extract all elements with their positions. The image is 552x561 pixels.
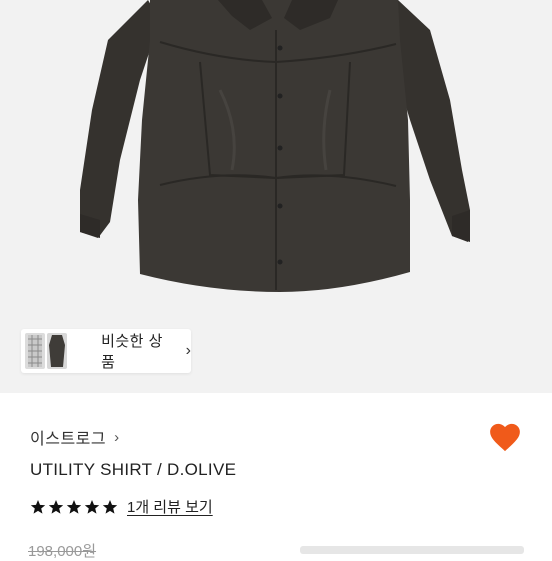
chevron-right-icon: › (185, 342, 191, 359)
thumbnail-dark-shirt (47, 333, 67, 369)
star-rating (30, 499, 118, 515)
original-price: 198,000원 (28, 543, 97, 560)
star-icon (84, 499, 100, 514)
review-link[interactable]: 1개 리뷰 보기 (127, 496, 213, 517)
similar-thumbnails (21, 329, 67, 373)
star-icon (30, 499, 46, 514)
similar-products-button[interactable]: 비슷한 상품 › (21, 329, 191, 373)
rating-row: 1개 리뷰 보기 (30, 496, 213, 517)
product-image[interactable]: 비슷한 상품 › (0, 0, 552, 393)
star-icon (66, 499, 82, 514)
placeholder-bar (300, 546, 524, 554)
star-icon (48, 499, 64, 514)
similar-products-label: 비슷한 상품 (101, 333, 163, 371)
heart-icon[interactable] (488, 421, 522, 453)
chevron-right-icon: › (114, 428, 120, 446)
thumbnail-checked-shirt (25, 333, 45, 369)
star-icon (102, 499, 118, 514)
brand-name: 이스트로그 (30, 431, 107, 448)
brand-link[interactable]: 이스트로그 › (30, 425, 119, 449)
product-title: UTILITY SHIRT / D.OLIVE (30, 460, 237, 479)
